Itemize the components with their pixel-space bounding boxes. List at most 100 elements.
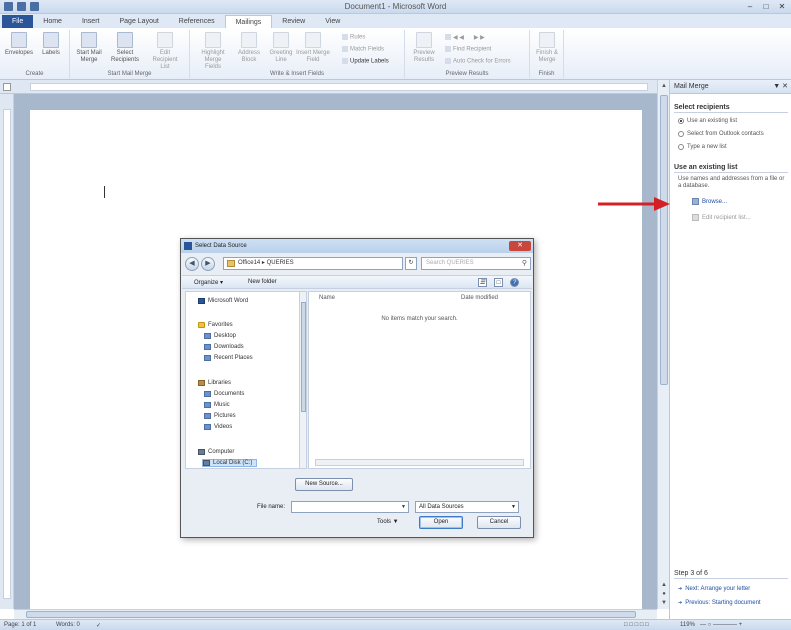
file-type-select[interactable]: All Data Sources ▼ [415,501,519,513]
nav-desktop[interactable]: Desktop [204,333,236,339]
tab-file[interactable]: File [2,15,34,28]
nav-pictures[interactable]: Pictures [204,413,236,419]
column-date-modified[interactable]: Date modified [461,295,498,301]
dialog-close-icon[interactable]: ✕ [509,241,531,251]
open-button[interactable]: Open [419,516,463,529]
file-name-input[interactable]: ▼ [291,501,409,513]
word-count[interactable]: Words: 0 [56,622,80,628]
pane-close-icon[interactable]: ▼ ✕ [773,80,788,94]
highlight-merge-fields-button[interactable]: Highlight Merge Fields [196,32,230,71]
select-recipients-button[interactable]: Select Recipients [108,32,142,64]
vertical-ruler[interactable] [0,94,14,609]
prev-page-icon[interactable]: ▲ [660,581,668,589]
chevron-down-icon[interactable]: ▼ [401,502,406,512]
group-finish: Finish & Merge Finish [530,30,564,78]
match-fields-button[interactable]: Match Fields [342,46,384,53]
envelopes-button[interactable]: Envelopes [2,32,36,57]
view-buttons[interactable]: □ □ □ □ □ [624,622,649,628]
nav-microsoft-word[interactable]: Microsoft Word [198,298,248,304]
vertical-scroll-thumb[interactable] [660,95,668,385]
back-icon[interactable]: ◀ [185,257,199,271]
find-recipient-button[interactable]: Find Recipient [445,46,491,53]
page-count[interactable]: Page: 1 of 1 [4,622,36,628]
labels-button[interactable]: Labels [34,32,68,57]
radio-icon [678,131,684,137]
organize-button[interactable]: Organize ▾ [194,279,223,286]
nav-pane-scrollbar[interactable] [299,291,307,469]
tab-insert[interactable]: Insert [72,15,110,28]
auto-check-errors-button[interactable]: Auto Check for Errors [445,58,511,65]
column-name[interactable]: Name [319,295,335,301]
close-icon[interactable]: ✕ [777,2,787,11]
vertical-scrollbar[interactable]: ▲ ▲ ● ▼ [657,80,669,609]
tab-page-layout[interactable]: Page Layout [109,15,168,28]
tab-review[interactable]: Review [272,15,315,28]
tab-selector-icon[interactable] [3,83,11,91]
preview-pane-icon[interactable]: □ [494,278,503,287]
zoom-level[interactable]: 119% [680,622,695,628]
browse-icon [692,198,699,205]
file-list[interactable]: Name Date modified No items match your s… [308,291,531,469]
horizontal-scrollbar[interactable] [14,609,657,619]
previous-step-link[interactable]: Previous: Starting document [678,600,760,606]
new-folder-button[interactable]: New folder [248,279,277,285]
nav-libraries[interactable]: Libraries [198,380,231,386]
nav-music[interactable]: Music [204,402,230,408]
tab-mailings[interactable]: Mailings [224,15,273,28]
tab-references[interactable]: References [169,15,225,28]
proofing-icon[interactable]: ✓ [96,622,101,629]
chevron-down-icon[interactable]: ▼ [511,502,516,512]
view-options-icon[interactable]: ☰ [478,278,487,287]
scroll-up-icon[interactable]: ▲ [660,82,668,90]
radio-new-list[interactable]: Type a new list [678,144,727,150]
tools-button[interactable]: Tools ▼ [377,519,399,525]
next-step-link[interactable]: Next: Arrange your letter [678,586,750,592]
finish-merge-button[interactable]: Finish & Merge [530,32,564,64]
horizontal-ruler[interactable] [0,80,662,94]
tab-home[interactable]: Home [33,15,72,28]
edit-recipient-list-link[interactable]: Edit recipient list... [692,214,751,221]
edit-recipient-list-button[interactable]: Edit Recipient List [148,32,182,71]
address-block-button[interactable]: Address Block [232,32,266,64]
radio-outlook-contacts[interactable]: Select from Outlook contacts [678,131,764,137]
address-bar[interactable]: Office14 ▸ QUERIES [223,257,403,270]
nav-documents[interactable]: Documents [204,391,244,397]
nav-computer[interactable]: Computer [198,449,234,455]
minimize-icon[interactable]: – [745,2,755,11]
nav-favorites[interactable]: Favorites [198,322,233,328]
file-list-scrollbar[interactable] [315,459,524,466]
browse-object-icon[interactable]: ● [660,590,668,598]
forward-icon[interactable]: ▶ [201,257,215,271]
nav-downloads[interactable]: Downloads [204,344,244,350]
update-labels-button[interactable]: Update Labels [342,58,389,65]
nav-local-disk[interactable]: Local Disk (C:) [202,459,258,467]
nav-scroll-thumb[interactable] [301,302,306,412]
radio-selected-icon [678,118,684,124]
preview-results-button[interactable]: Preview Results [407,32,441,64]
new-source-button[interactable]: New Source... [295,478,353,491]
zoom-slider[interactable]: — ○ ———— + [700,622,742,628]
record-navigation[interactable]: ◀ ◀ ▶ ▶ [445,34,485,41]
greeting-line-button[interactable]: Greeting Line [264,32,298,64]
insert-merge-field-button[interactable]: Insert Merge Field [296,32,330,64]
mail-merge-pane: Mail Merge ▼ ✕ Select recipients Use an … [669,80,791,619]
greeting-icon [273,32,289,48]
refresh-icon[interactable]: ↻ [405,257,417,270]
browse-link[interactable]: Browse... [692,198,727,205]
horizontal-scroll-thumb[interactable] [26,611,636,618]
help-icon[interactable]: ? [510,278,519,287]
nav-videos[interactable]: Videos [204,424,232,430]
ruler-track[interactable] [30,83,648,91]
nav-recent-places[interactable]: Recent Places [204,355,253,361]
vertical-ruler-track[interactable] [3,109,11,599]
next-page-icon[interactable]: ▼ [660,599,668,607]
radio-existing-list[interactable]: Use an existing list [678,118,737,124]
start-mail-merge-button[interactable]: Start Mail Merge [72,32,106,64]
rules-button[interactable]: Rules [342,34,365,41]
search-input[interactable]: Search QUERIES ⚲ [421,257,531,270]
maximize-icon[interactable]: □ [761,2,771,11]
existing-list-heading: Use an existing list [674,164,788,173]
radio-icon [678,144,684,150]
cancel-button[interactable]: Cancel [477,516,521,529]
tab-view[interactable]: View [315,15,350,28]
